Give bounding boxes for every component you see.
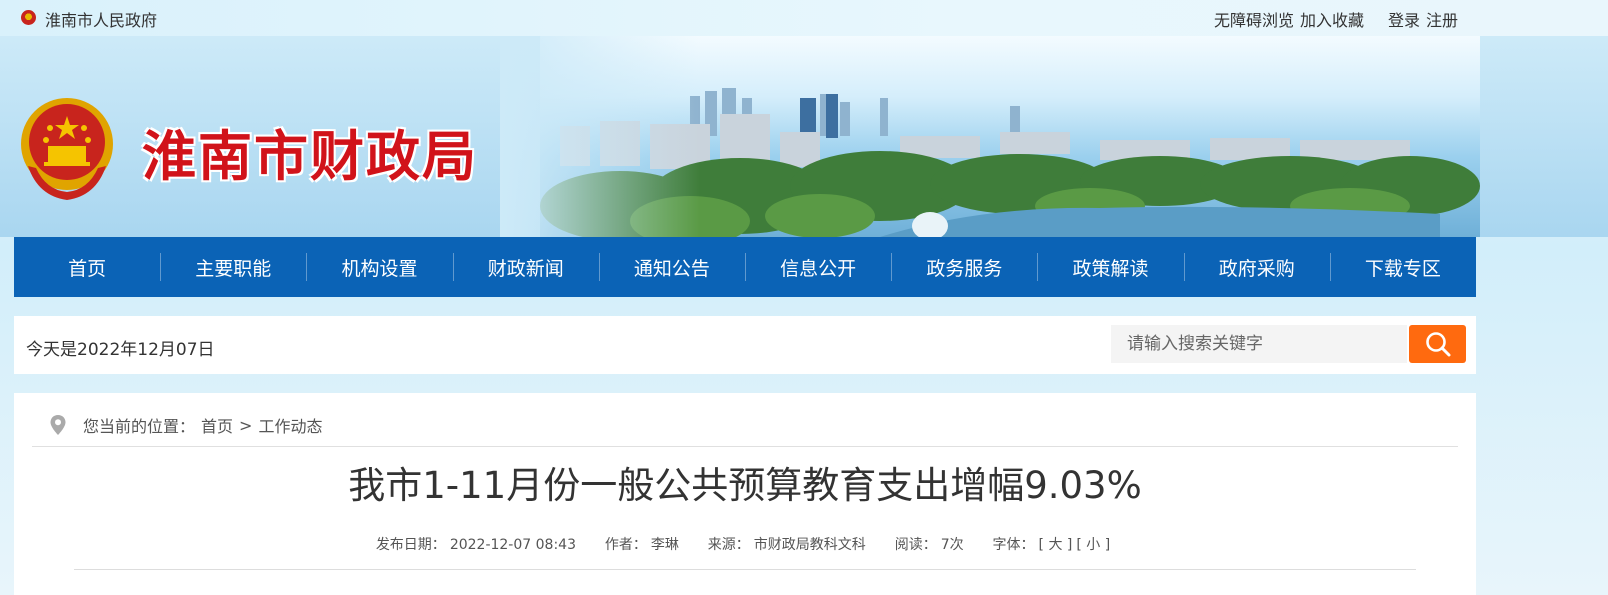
- article-container: 您当前的位置： 首页 > 工作动态 我市1-11月份一般公共预算教育支出增幅9.…: [14, 393, 1476, 595]
- article-meta: 发布日期： 2022-12-07 08:43 作者： 李琳 来源： 市财政局教科文科 …: [14, 534, 1476, 554]
- top-links: 无障碍浏览 加入收藏 登录 注册: [1214, 7, 1458, 31]
- search-input[interactable]: [1111, 325, 1407, 363]
- breadcrumb-separator: >: [239, 415, 253, 435]
- font-size-label: 字体：: [992, 537, 1035, 553]
- breadcrumb-prefix: 您当前的位置：: [83, 417, 196, 436]
- parent-site-link[interactable]: 淮南市人民政府: [45, 7, 157, 31]
- date-search-bar: 今天是2022年12月07日: [14, 316, 1476, 374]
- author: 李琳: [650, 537, 679, 553]
- nav-item-home[interactable]: 首页: [14, 237, 160, 297]
- accessibility-link[interactable]: 无障碍浏览: [1214, 7, 1294, 31]
- site-title: 淮南市财政局: [142, 125, 478, 188]
- nav-item-procurement[interactable]: 政府采购: [1183, 237, 1330, 297]
- nav-item-info-disclosure[interactable]: 信息公开: [745, 237, 891, 297]
- nav-item-organization[interactable]: 机构设置: [306, 237, 452, 297]
- breadcrumb-home-link[interactable]: 首页: [201, 413, 233, 437]
- add-favorite-link[interactable]: 加入收藏: [1300, 7, 1364, 31]
- source: 市财政局教科文科: [753, 537, 866, 553]
- breadcrumb: 您当前的位置： 首页 > 工作动态: [49, 413, 322, 437]
- nav-item-policy-interpretation[interactable]: 政策解读: [1037, 237, 1183, 297]
- nav-item-main-functions[interactable]: 主要职能: [160, 237, 306, 297]
- date-label: 发布日期：: [375, 537, 446, 553]
- government-emblem-icon: [21, 10, 36, 25]
- nav-item-gov-services[interactable]: 政务服务: [891, 237, 1037, 297]
- location-pin-icon: [50, 415, 66, 435]
- top-bar: 淮南市人民政府 无障碍浏览 加入收藏 登录 注册: [0, 0, 1608, 36]
- publish-date: 2022-12-07 08:43: [449, 537, 576, 553]
- breadcrumb-current-link[interactable]: 工作动态: [258, 413, 322, 437]
- today-date: 今天是2022年12月07日: [26, 340, 215, 360]
- national-emblem-icon: [21, 98, 113, 200]
- divider: [74, 569, 1416, 570]
- font-large-button[interactable]: [ 大 ]: [1039, 537, 1073, 553]
- nav-item-finance-news[interactable]: 财政新闻: [452, 237, 599, 297]
- register-link[interactable]: 注册: [1426, 7, 1458, 31]
- font-small-button[interactable]: [ 小 ]: [1076, 537, 1110, 553]
- nav-item-downloads[interactable]: 下载专区: [1329, 237, 1476, 297]
- article-title: 我市1-11月份一般公共预算教育支出增幅9.03%: [348, 464, 1142, 507]
- source-label: 来源：: [707, 537, 750, 553]
- search-button[interactable]: [1409, 325, 1466, 363]
- search-icon: [1425, 332, 1450, 357]
- read-count: 7次: [940, 537, 964, 553]
- login-link[interactable]: 登录: [1388, 7, 1420, 31]
- nav-item-notices[interactable]: 通知公告: [598, 237, 745, 297]
- divider: [32, 446, 1458, 447]
- main-nav: 首页 主要职能 机构设置 财政新闻 通知公告 信息公开 政务服务 政策解读 政府…: [14, 237, 1476, 297]
- reads-label: 阅读：: [894, 537, 937, 553]
- header-banner: 淮南市财政局: [0, 36, 1608, 237]
- author-label: 作者：: [604, 537, 647, 553]
